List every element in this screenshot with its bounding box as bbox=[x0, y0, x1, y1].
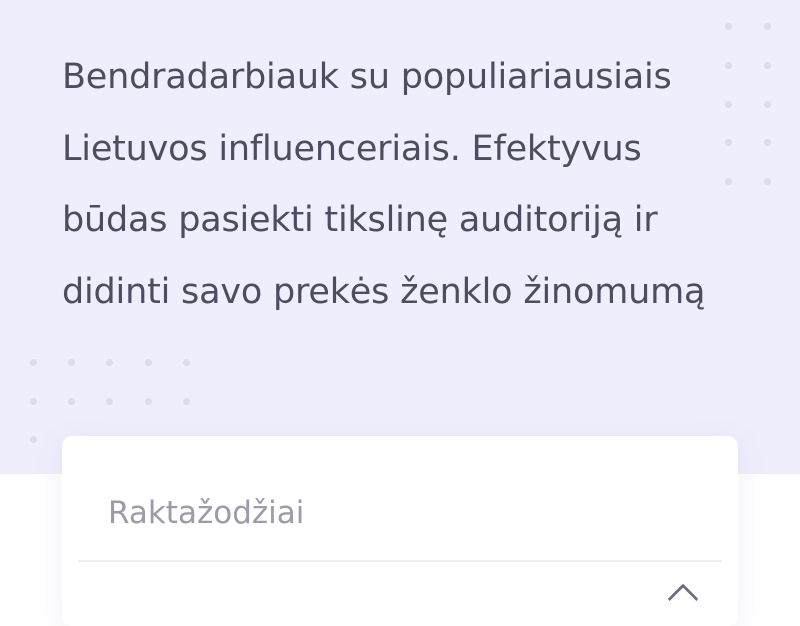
dot-decoration bbox=[30, 398, 37, 405]
dot-decoration bbox=[68, 359, 75, 366]
dot-decoration bbox=[106, 398, 113, 405]
dot-decoration bbox=[725, 101, 732, 108]
hero-section: Bendradarbiauk su populiariausiais Lietu… bbox=[0, 0, 800, 474]
dot-decoration bbox=[725, 178, 732, 185]
dot-decoration bbox=[145, 398, 152, 405]
dot-decoration bbox=[764, 62, 771, 69]
dot-decoration bbox=[68, 398, 75, 405]
dot-decoration bbox=[145, 359, 152, 366]
dot-decoration bbox=[183, 398, 190, 405]
dot-decoration bbox=[106, 359, 113, 366]
dot-decoration bbox=[30, 436, 37, 443]
dot-decoration bbox=[764, 23, 771, 30]
dot-decoration bbox=[725, 139, 732, 146]
search-card bbox=[62, 436, 738, 626]
dot-decoration bbox=[764, 178, 771, 185]
hero-description: Bendradarbiauk su populiariausiais Lietu… bbox=[62, 57, 706, 312]
dot-decoration bbox=[725, 62, 732, 69]
dot-decoration bbox=[725, 23, 732, 30]
dot-decoration bbox=[764, 101, 771, 108]
dot-decoration bbox=[30, 359, 37, 366]
dot-decoration bbox=[764, 139, 771, 146]
keywords-input[interactable] bbox=[78, 466, 722, 562]
dot-decoration bbox=[183, 359, 190, 366]
